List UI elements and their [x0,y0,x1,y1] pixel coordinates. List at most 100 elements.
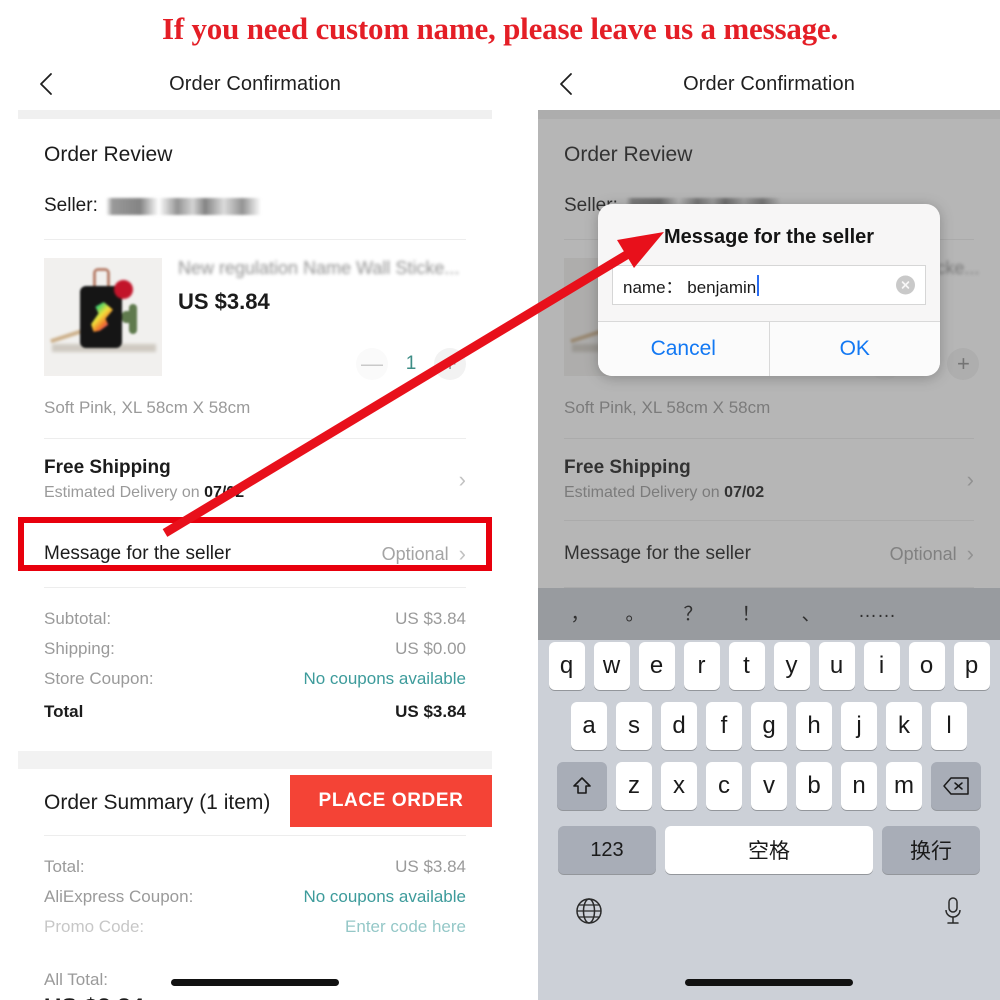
message-for-seller-row[interactable]: Message for the seller Optional › [44,521,466,587]
chevron-left-icon[interactable] [554,71,580,97]
key-k[interactable]: k [886,702,922,750]
numbers-key[interactable]: 123 [558,826,656,874]
key-q[interactable]: q [548,642,585,690]
key-v[interactable]: v [751,762,787,810]
punct-key[interactable]: ？ [664,599,722,626]
quantity-increase-button[interactable]: + [434,348,466,380]
key-m[interactable]: m [886,762,922,810]
ok-button[interactable]: OK [768,322,941,376]
total-value: US $3.84 [395,702,466,721]
shipping-subtitle: Estimated Delivery on 07/02 [44,484,245,501]
punct-key[interactable]: 。 [606,599,664,626]
key-g[interactable]: g [751,702,787,750]
key-s[interactable]: s [616,702,652,750]
left-navbar: Order Confirmation [18,58,492,110]
punct-key[interactable]: ！ [722,599,780,626]
key-x[interactable]: x [661,762,697,810]
navbar-divider [18,110,492,119]
key-c[interactable]: c [706,762,742,810]
store-coupon-link[interactable]: No coupons available [303,669,466,689]
shift-arrow-icon[interactable] [557,762,607,810]
order-summary-lines: Total: US $3.84 AliExpress Coupon: No co… [44,836,466,956]
page-title: Order Confirmation [683,72,855,95]
space-key[interactable]: 空格 [665,826,873,874]
all-total-value: US $3.84 [44,994,466,1000]
key-o[interactable]: o [908,642,945,690]
shipping-row[interactable]: Free Shipping Estimated Delivery on 07/0… [44,439,466,520]
quantity-increase-button: + [947,348,980,380]
promo-code-link[interactable]: Enter code here [345,917,466,937]
aliexpress-coupon-link[interactable]: No coupons available [303,887,466,907]
keyboard-row-2: a s d f g h j k l [538,696,1000,756]
key-b[interactable]: b [796,762,832,810]
cost-label: Store Coupon: [44,669,154,688]
message-input-value: name： benjamin [623,277,757,297]
right-phone-screen: Order Confirmation Order Review Seller: [538,58,1000,1000]
product-variant: Soft Pink, XL 58cm X 58cm [44,398,251,417]
all-total-block: All Total: US $3.84 [44,956,466,1000]
cost-breakdown: Subtotal: US $3.84 Shipping: US $0.00 St… [44,588,466,741]
quantity-stepper: — 1 + [356,348,466,380]
backspace-icon[interactable] [931,762,981,810]
key-y[interactable]: y [773,642,810,690]
key-u[interactable]: u [818,642,855,690]
key-a[interactable]: a [571,702,607,750]
punct-key[interactable]: 、 [780,599,842,626]
summary-line: Promo Code: Enter code here [44,912,466,942]
promo-banner: If you need custom name, please leave us… [0,0,1000,58]
key-r[interactable]: r [683,642,720,690]
quantity-value: 1 [405,353,417,374]
summary-label: Promo Code: [44,917,145,936]
globe-icon[interactable] [574,896,604,926]
seller-name-redacted [105,197,261,215]
message-for-seller-dialog: Message for the seller name： benjamin Ca… [598,204,940,376]
cost-label: Subtotal: [44,609,112,628]
microphone-icon[interactable] [942,896,964,926]
shipping-row: Free Shipping Estimated Delivery on 07/0… [564,439,974,520]
key-t[interactable]: t [728,642,765,690]
cancel-button[interactable]: Cancel [598,322,769,376]
message-input[interactable]: name： benjamin [612,265,926,305]
clear-circle-icon[interactable] [896,275,915,295]
product-item[interactable]: New regulation Name Wall Sticke... US $3… [44,240,466,380]
virtual-keyboard: ， 。 ？ ！ 、 …… q w e r t y u i o p a s d f… [538,588,1000,1000]
summary-line: AliExpress Coupon: No coupons available [44,882,466,912]
message-for-seller-value: Optional [381,543,449,564]
quantity-decrease-button[interactable]: — [356,348,388,380]
section-gap [18,751,492,769]
keyboard-row-3: z x c v b n m [538,756,1000,816]
shipping-title: Free Shipping [44,457,171,478]
key-i[interactable]: i [863,642,900,690]
seller-row[interactable]: Seller: [44,189,466,239]
place-order-button[interactable]: PLACE ORDER [290,775,492,827]
key-h[interactable]: h [796,702,832,750]
left-content: Order Review Seller: New regulation Name… [18,119,492,1000]
order-review-heading: Order Review [44,143,173,166]
key-w[interactable]: w [593,642,630,690]
key-p[interactable]: p [953,642,990,690]
text-caret [757,274,760,296]
key-n[interactable]: n [841,762,877,810]
punct-key[interactable]: …… [842,601,912,623]
cost-line: Store Coupon: No coupons available [44,664,466,694]
message-for-seller-label: Message for the seller [44,543,231,564]
product-title: New regulation Name Wall Sticke... [178,258,460,278]
shipping-title: Free Shipping [564,457,691,478]
key-e[interactable]: e [638,642,675,690]
summary-line: Total: US $3.84 [44,852,466,882]
chevron-right-icon: › [966,466,974,492]
chevron-right-icon: › [966,541,974,566]
dialog-title: Message for the seller [663,226,875,248]
cost-line: Subtotal: US $3.84 [44,604,466,634]
key-j[interactable]: j [841,702,877,750]
key-d[interactable]: d [661,702,697,750]
key-z[interactable]: z [616,762,652,810]
product-variant: Soft Pink, XL 58cm X 58cm [564,398,771,417]
chevron-left-icon[interactable] [34,71,60,97]
summary-label: AliExpress Coupon: [44,887,194,906]
key-l[interactable]: l [931,702,967,750]
key-f[interactable]: f [706,702,742,750]
enter-key[interactable]: 换行 [882,826,980,874]
punct-key[interactable]: ， [554,599,606,626]
cost-line-total: Total US $3.84 [44,694,466,727]
